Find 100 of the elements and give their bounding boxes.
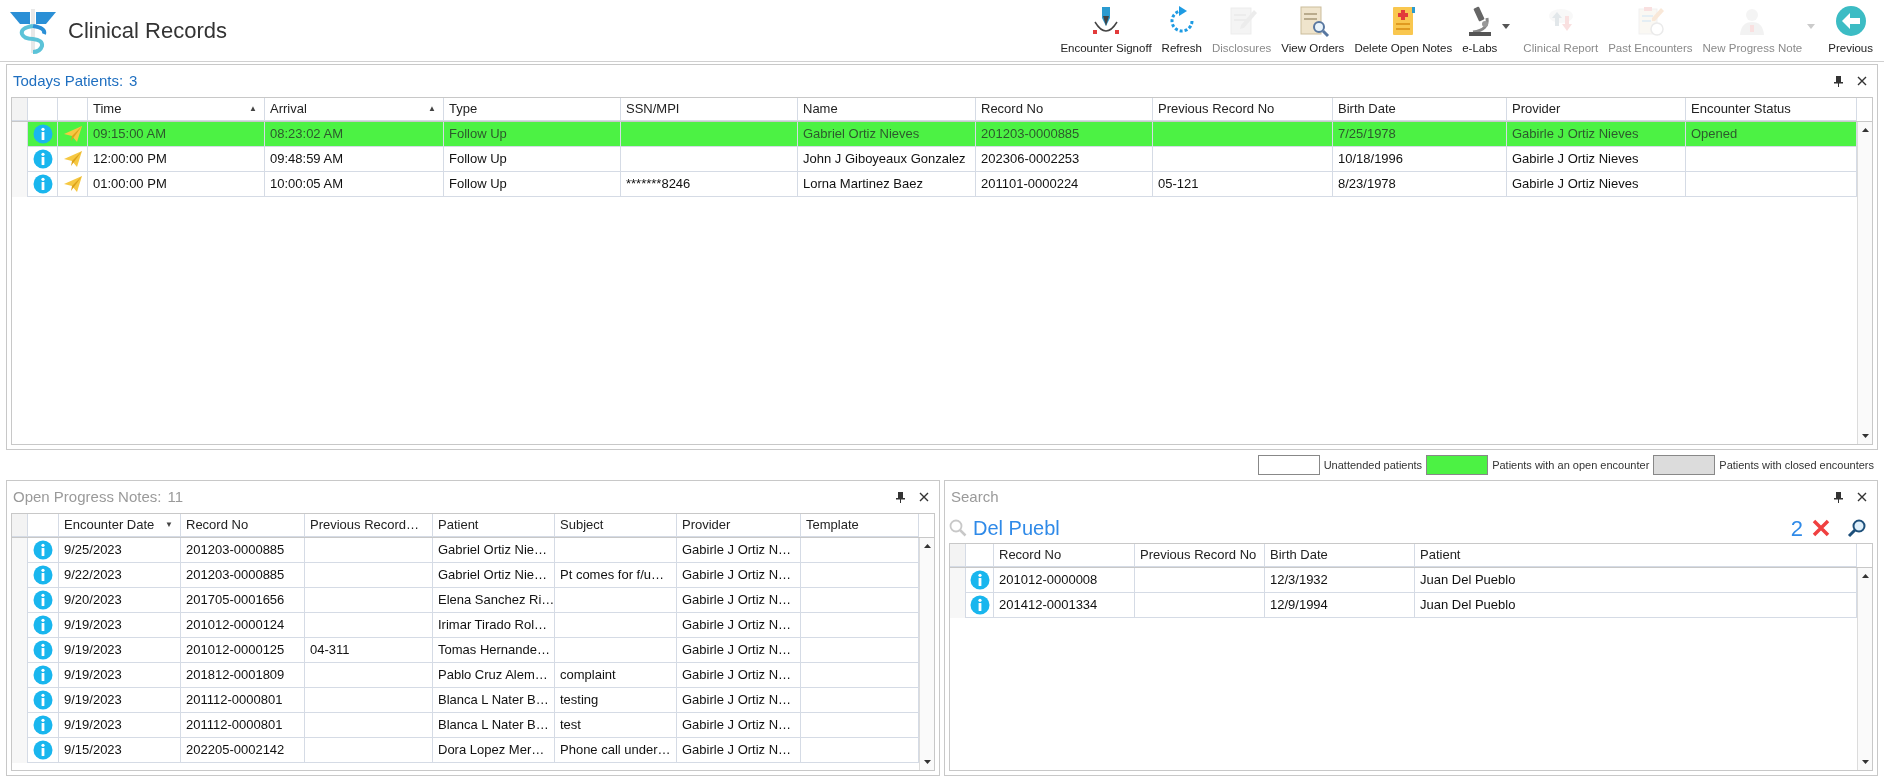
table-cell-text: Elena Sanchez Ri…: [438, 591, 554, 610]
table-row[interactable]: 9/20/2023 201705-0001656 Elena Sanchez Ri… Gabirle J Ortiz N…: [12, 588, 919, 613]
column-header[interactable]: Arrival ▲: [265, 98, 444, 121]
column-header[interactable]: Subject: [555, 514, 677, 537]
column-header[interactable]: Record No: [994, 544, 1135, 567]
search-icon[interactable]: [1847, 518, 1867, 538]
scroll-up-icon[interactable]: [1861, 128, 1869, 132]
table-row[interactable]: 201012-0000008 12/3/1932 Juan Del Pueblo: [950, 568, 1857, 593]
row-indicator[interactable]: [12, 738, 28, 763]
toolbar-button[interactable]: Previous: [1825, 3, 1876, 57]
column-header[interactable]: SSN/MPI: [621, 98, 798, 121]
info-icon[interactable]: [33, 565, 53, 585]
column-header[interactable]: Record No: [181, 514, 305, 537]
row-indicator[interactable]: [950, 568, 966, 593]
table-row[interactable]: 9/19/2023 201812-0001809 Pablo Cruz Alem… complaint Gabirle J Ortiz N…: [12, 663, 919, 688]
pin-icon[interactable]: [1834, 491, 1843, 503]
scroll-down-icon[interactable]: [923, 760, 931, 764]
column-header[interactable]: Birth Date: [1333, 98, 1507, 121]
table-cell-text: Gabirle J Ortiz N…: [682, 691, 792, 710]
column-header[interactable]: Name: [798, 98, 976, 121]
info-icon[interactable]: [33, 540, 53, 560]
column-header[interactable]: Provider: [677, 514, 801, 537]
info-icon[interactable]: [32, 174, 53, 194]
table-row[interactable]: 09:15:00 AM 08:23:02 AM Follow Up Gabriel Ortiz Nieves 201203-0000885 7/25/1978 Gabirle J Ortiz Nieves Opened: [12, 122, 1857, 147]
column-header[interactable]: Encounter Status: [1686, 98, 1857, 121]
pin-icon[interactable]: [1834, 75, 1843, 87]
table-cell-text: Irimar Tirado Rol…: [438, 616, 548, 635]
column-header[interactable]: Previous Record No: [1135, 544, 1265, 567]
sort-indicator: ▼: [165, 519, 173, 531]
legend-label: Patients with closed encounters: [1719, 457, 1874, 473]
column-header[interactable]: Time ▲: [88, 98, 265, 121]
info-icon[interactable]: [33, 740, 53, 760]
row-indicator[interactable]: [12, 122, 28, 147]
toolbar-button[interactable]: Encounter Signoff: [1057, 3, 1155, 57]
table-cell-text: Pablo Cruz Alem…: [438, 666, 548, 685]
table-row[interactable]: 12:00:00 PM 09:48:59 AM Follow Up John J Giboyeaux Gonzalez 202306-0002253 10/18/1996 Gabirle J Ortiz Nieves: [12, 147, 1857, 172]
info-icon[interactable]: [33, 665, 53, 685]
table-cell-text: 9/25/2023: [64, 541, 122, 560]
previous-icon: [1833, 3, 1868, 38]
info-icon[interactable]: [33, 640, 53, 660]
column-header[interactable]: Template: [801, 514, 919, 537]
toolbar-button[interactable]: e-Labs: [1459, 3, 1501, 57]
column-header[interactable]: Encounter Date ▼: [59, 514, 181, 537]
search-field[interactable]: Del Puebl: [973, 513, 1791, 543]
scrollbar[interactable]: [1857, 122, 1872, 444]
table-cell-text: 10/18/1996: [1338, 150, 1404, 169]
column-header[interactable]: Birth Date: [1265, 544, 1415, 567]
column-header[interactable]: Previous Record No: [1153, 98, 1333, 121]
info-icon[interactable]: [969, 595, 990, 615]
column-header[interactable]: Record No: [976, 98, 1153, 121]
pin-icon[interactable]: [896, 491, 905, 503]
toolbar-button[interactable]: View Orders: [1278, 3, 1348, 57]
table-cell-text: Juan Del Pueblo: [1420, 571, 1516, 590]
table-cell-text: Gabirle J Ortiz Nieves: [1512, 175, 1639, 194]
table-row[interactable]: 01:00:00 PM 10:00:05 AM Follow Up *******8246 Lorna Martinez Baez 201101-0000224 05-121 8/23/1978 Gabirle J Ortiz Nieves: [12, 172, 1857, 197]
column-header[interactable]: Patient: [433, 514, 555, 537]
toolbar-button[interactable]: Delete Open Notes: [1351, 3, 1456, 57]
table-cell-text: 201101-0000224: [981, 175, 1079, 194]
column-header: [58, 98, 88, 121]
column-header[interactable]: Type: [444, 98, 621, 121]
table-row[interactable]: 9/22/2023 201203-0000885 Gabriel Ortiz Nie… Pt comes for f/u… Gabirle J Ortiz N…: [12, 563, 919, 588]
table-cell-text: Gabirle J Ortiz Nieves: [1512, 125, 1639, 144]
info-icon[interactable]: [32, 149, 53, 169]
table-row[interactable]: 9/19/2023 201012-0000124 Irimar Tirado Rol… Gabirle J Ortiz N…: [12, 613, 919, 638]
table-row[interactable]: 201412-0001334 12/9/1994 Juan Del Pueblo: [950, 593, 1857, 618]
row-indicator[interactable]: [950, 593, 966, 618]
toolbar-button[interactable]: Refresh: [1158, 3, 1205, 57]
row-indicator[interactable]: [12, 172, 28, 197]
dropdown-caret-icon[interactable]: [1502, 23, 1511, 29]
scroll-down-icon[interactable]: [1861, 434, 1869, 438]
info-icon[interactable]: [33, 615, 53, 635]
table-row[interactable]: 9/19/2023 201112-0000801 Blanca L Nater B… test Gabirle J Ortiz N…: [12, 713, 919, 738]
column-header[interactable]: Provider: [1507, 98, 1686, 121]
table-row[interactable]: 9/19/2023 201112-0000801 Blanca L Nater B… testing Gabirle J Ortiz N…: [12, 688, 919, 713]
info-icon[interactable]: [969, 570, 990, 590]
table-cell-text: 9/19/2023: [64, 616, 122, 635]
row-indicator[interactable]: [12, 538, 28, 563]
table-row[interactable]: 9/19/2023 201012-0000125 04-311 Tomas Hernande… Gabirle J Ortiz N…: [12, 638, 919, 663]
close-icon[interactable]: [1857, 76, 1867, 86]
scroll-down-icon[interactable]: [1861, 760, 1869, 764]
table-row[interactable]: 9/15/2023 202205-0002142 Dora Lopez Mer… Phone call under… Gabirle J Ortiz N…: [12, 738, 919, 763]
info-icon[interactable]: [33, 590, 53, 610]
info-icon[interactable]: [32, 124, 53, 144]
info-icon[interactable]: [33, 715, 53, 735]
table-cell-text: Follow Up: [449, 150, 507, 169]
column-header[interactable]: Previous Record…: [305, 514, 433, 537]
close-icon[interactable]: [1857, 492, 1867, 502]
clear-icon[interactable]: [1811, 518, 1831, 538]
result-count: 2: [1790, 514, 1803, 543]
legend-label: Unattended patients: [1323, 457, 1423, 473]
scrollbar[interactable]: [1857, 568, 1872, 770]
scrollbar[interactable]: [919, 538, 934, 770]
column-header[interactable]: Patient: [1415, 544, 1857, 567]
scroll-up-icon[interactable]: [1861, 574, 1869, 578]
info-icon[interactable]: [33, 690, 53, 710]
close-icon[interactable]: [919, 492, 929, 502]
table-cell-text: *******8246: [626, 175, 691, 194]
scroll-up-icon[interactable]: [923, 544, 931, 548]
table-row[interactable]: 9/25/2023 201203-0000885 Gabriel Ortiz Nie… Gabirle J Ortiz N…: [12, 538, 919, 563]
table-cell-text: 9/20/2023: [64, 591, 122, 610]
